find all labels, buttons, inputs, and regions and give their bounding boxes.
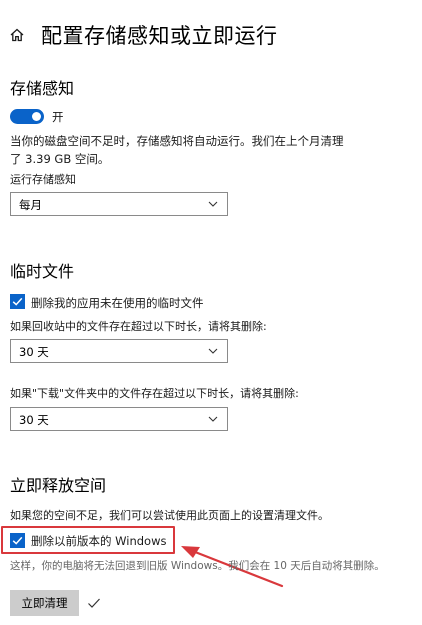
free-up-description: 如果您的空间不足，我们可以尝试使用此页面上的设置清理文件。 [10, 509, 329, 522]
storage-settings-page: 配置存储感知或立即运行 存储感知 开 当你的磁盘空间不足时，存储感知将自动运行。… [0, 0, 422, 625]
delete-windows-note: 这样，你的电脑将无法回退到旧版 Windows。我们会在 10 天后自动将其删除… [10, 560, 385, 572]
chevron-down-icon [208, 416, 218, 422]
toggle-knob [32, 112, 41, 121]
check-icon [12, 297, 23, 306]
delete-unused-temp-files-checkbox[interactable] [10, 294, 25, 309]
chevron-down-icon [208, 348, 218, 354]
downloads-folder-label: 如果"下载"文件夹中的文件存在超过以下时长，请将其删除: [10, 387, 299, 400]
delete-unused-temp-files-label: 删除我的应用未在使用的临时文件 [31, 296, 204, 310]
recycle-bin-label: 如果回收站中的文件存在超过以下时长，请将其删除: [10, 320, 267, 333]
storage-sense-toggle[interactable] [10, 109, 44, 124]
section-title-free-up-space: 立即释放空间 [10, 476, 107, 495]
toggle-state-label: 开 [52, 110, 64, 124]
recycle-bin-dropdown[interactable]: 30 天 [10, 339, 228, 363]
run-storage-sense-label: 运行存储感知 [10, 173, 76, 186]
storage-sense-description-line1: 当你的磁盘空间不足时，存储感知将自动运行。我们在上个月清理 [10, 134, 344, 148]
chevron-down-icon [208, 201, 218, 207]
home-icon[interactable] [9, 27, 25, 43]
section-title-temp-files: 临时文件 [10, 262, 75, 281]
downloads-folder-dropdown[interactable]: 30 天 [10, 407, 228, 431]
clean-now-button[interactable]: 立即清理 [10, 590, 79, 616]
dropdown-value: 每月 [19, 198, 42, 212]
run-storage-sense-dropdown[interactable]: 每月 [10, 192, 228, 216]
page-title: 配置存储感知或立即运行 [41, 24, 278, 48]
dropdown-value: 30 天 [19, 413, 49, 427]
check-icon [88, 598, 100, 608]
section-title-storage-sense: 存储感知 [10, 79, 75, 98]
dropdown-value: 30 天 [19, 345, 49, 359]
storage-sense-description-line2: 了 3.39 GB 空间。 [10, 152, 110, 166]
annotation-highlight-box [1, 526, 175, 554]
